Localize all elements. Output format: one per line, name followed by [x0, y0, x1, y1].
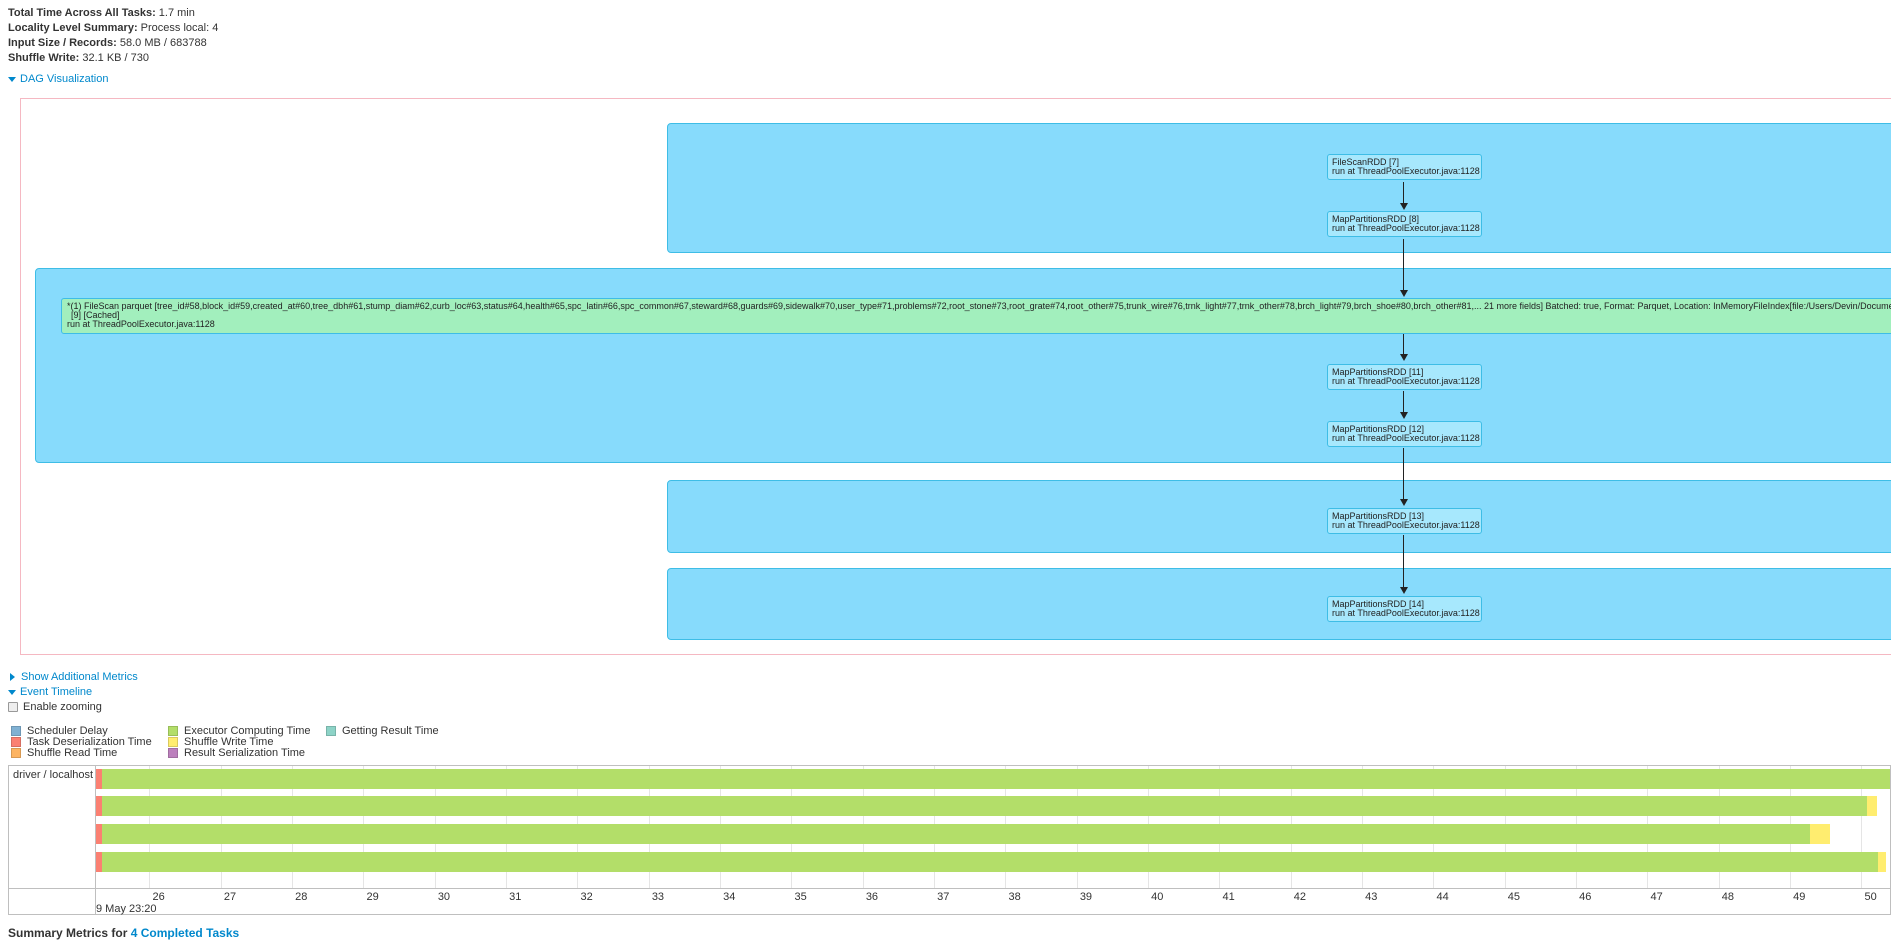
dag-node-callsite: run at ThreadPoolExecutor.java:1128 — [1332, 376, 1480, 386]
legend-swatch — [11, 726, 21, 736]
chevron-down-icon — [8, 689, 16, 695]
shuffle-write-segment — [1810, 824, 1831, 844]
dag-node-callsite: run at ThreadPoolExecutor.java:1128 — [1332, 223, 1480, 233]
timeline-tick-label: 41 — [1222, 891, 1235, 903]
dag-cluster-stage-3 — [667, 480, 1891, 553]
dag-visualization: FileScanRDD [7] run at ThreadPoolExecuto… — [20, 98, 1891, 655]
legend-swatch — [11, 737, 21, 747]
dag-node-callsite: run at ThreadPoolExecutor.java:1128 — [1332, 520, 1480, 530]
arrow-head-icon — [1400, 203, 1408, 210]
legend-shuffle-read: Shuffle Read Time — [11, 747, 117, 759]
timeline-tick-label: 43 — [1365, 891, 1378, 903]
executor-computing-segment — [101, 824, 1811, 844]
timeline-tick-label: 44 — [1436, 891, 1449, 903]
timeline-plot-area: 26 27 28 29 30 31 32 33 34 35 36 37 38 39 40 41 42 43 44 45… — [96, 766, 1890, 914]
summary-metrics-heading: Summary Metrics for 4 Completed Tasks — [8, 926, 240, 940]
legend-swatch — [168, 726, 178, 736]
dag-node-filescanrdd-7[interactable]: FileScanRDD [7] run at ThreadPoolExecuto… — [1327, 154, 1482, 180]
timeline-tick-label: 29 — [366, 891, 379, 903]
dag-node-cached-filescan[interactable]: *(1) FileScan parquet [tree_id#58,block_… — [61, 298, 1891, 334]
task-bar[interactable] — [96, 796, 1890, 816]
executor-computing-segment — [101, 769, 1890, 789]
timeline-tick-label: 36 — [865, 891, 879, 903]
arrow-head-icon — [1400, 290, 1408, 297]
dag-edge — [1403, 239, 1404, 294]
task-bar[interactable] — [96, 769, 1890, 789]
dag-node-callsite: run at ThreadPoolExecutor.java:1128 — [1332, 433, 1480, 443]
timeline-tick-label: 38 — [1008, 891, 1021, 903]
dag-edge — [1403, 448, 1404, 503]
event-timeline-toggle[interactable]: Event Timeline — [8, 686, 92, 698]
dag-visualization-toggle[interactable]: DAG Visualization — [8, 73, 108, 85]
dag-cluster-stage-1 — [667, 123, 1891, 253]
timeline-tick-label: 47 — [1650, 891, 1663, 903]
timeline-tick-label: 48 — [1721, 891, 1735, 903]
dag-node-mappartitionsrdd-11[interactable]: MapPartitionsRDD [11] run at ThreadPoolE… — [1327, 364, 1482, 390]
dag-node-mappartitionsrdd-8[interactable]: MapPartitionsRDD [8] run at ThreadPoolEx… — [1327, 211, 1482, 237]
shuffle-write-segment — [1867, 796, 1878, 816]
timeline-tick-label: 50 — [1864, 891, 1877, 903]
arrow-head-icon — [1400, 412, 1408, 419]
legend-swatch — [11, 748, 21, 758]
timeline-tick-label: 42 — [1293, 891, 1307, 903]
legend-swatch — [168, 748, 178, 758]
enable-zooming-checkbox[interactable] — [8, 702, 18, 712]
timeline-tick-label: 30 — [437, 891, 451, 903]
timeline-tick-label: 49 — [1793, 891, 1806, 903]
dag-node-callsite: run at ThreadPoolExecutor.java:1128 — [1332, 166, 1480, 176]
timeline-tick-label: 32 — [580, 891, 593, 903]
timeline-tick-label: 39 — [1079, 891, 1093, 903]
summary-total-time: Total Time Across All Tasks: 1.7 min — [8, 7, 195, 19]
timeline-tick-label: 33 — [651, 891, 665, 903]
task-bar[interactable] — [96, 852, 1890, 872]
dag-node-cached-label: [9] [Cached] — [71, 310, 120, 320]
arrow-head-icon — [1400, 499, 1408, 506]
shuffle-write-segment — [1877, 852, 1887, 872]
legend-swatch — [326, 726, 336, 736]
legend-getting-result: Getting Result Time — [326, 725, 439, 737]
timeline-date-label: 9 May 23:20 — [96, 903, 157, 915]
timeline-tick-label: 46 — [1579, 891, 1592, 903]
enable-zooming-label: Enable zooming — [23, 701, 102, 713]
timeline-tick-label: 35 — [794, 891, 807, 903]
legend-result-serialization: Result Serialization Time — [168, 747, 305, 759]
dag-node-mappartitionsrdd-12[interactable]: MapPartitionsRDD [12] run at ThreadPoolE… — [1327, 421, 1482, 447]
timeline-tick-label: 26 — [152, 891, 165, 903]
chevron-right-icon — [10, 673, 15, 682]
executor-label: driver / localhost — [13, 769, 94, 781]
executor-computing-segment — [101, 796, 1868, 816]
dag-node-mappartitionsrdd-13[interactable]: MapPartitionsRDD [13] run at ThreadPoolE… — [1327, 508, 1482, 534]
task-bar[interactable] — [96, 824, 1890, 844]
completed-tasks-link[interactable]: 4 Completed Tasks — [131, 926, 239, 940]
arrow-head-icon — [1400, 587, 1408, 594]
dag-node-callsite: run at ThreadPoolExecutor.java:1128 — [1332, 608, 1480, 618]
dag-node-mappartitionsrdd-14[interactable]: MapPartitionsRDD [14] run at ThreadPoolE… — [1327, 596, 1482, 622]
chevron-down-icon — [8, 76, 16, 82]
legend-swatch — [168, 737, 178, 747]
timeline-tick-label: 45 — [1507, 891, 1521, 903]
dag-node-callsite: run at ThreadPoolExecutor.java:1128 — [67, 319, 215, 329]
timeline-tick-label: 34 — [723, 891, 736, 903]
dag-edge — [1403, 535, 1404, 591]
executor-computing-segment — [101, 852, 1878, 872]
timeline-tick-label: 31 — [509, 891, 522, 903]
dag-cluster-stage-4 — [667, 568, 1891, 640]
summary-list: Total Time Across All Tasks: 1.7 min Loc… — [8, 6, 218, 66]
summary-input-size: Input Size / Records: 58.0 MB / 683788 — [8, 37, 207, 49]
timeline-tick-label: 28 — [295, 891, 308, 903]
enable-zooming[interactable]: Enable zooming — [8, 701, 102, 713]
arrow-head-icon — [1400, 354, 1408, 361]
event-timeline[interactable]: driver / localhost 26 27 28 29 30 31 32 33 34 35 3… — [8, 765, 1891, 915]
timeline-tick-label: 37 — [937, 891, 950, 903]
timeline-tick-label: 40 — [1151, 891, 1164, 903]
timeline-tick-label: 27 — [223, 891, 237, 903]
summary-shuffle-write: Shuffle Write: 32.1 KB / 730 — [8, 52, 150, 64]
show-additional-metrics-toggle[interactable]: Show Additional Metrics — [8, 671, 138, 683]
dag-node-name: *(1) FileScan parquet [tree_id#58,block_… — [67, 301, 1891, 311]
summary-locality: Locality Level Summary: Process local: 4 — [8, 22, 219, 34]
